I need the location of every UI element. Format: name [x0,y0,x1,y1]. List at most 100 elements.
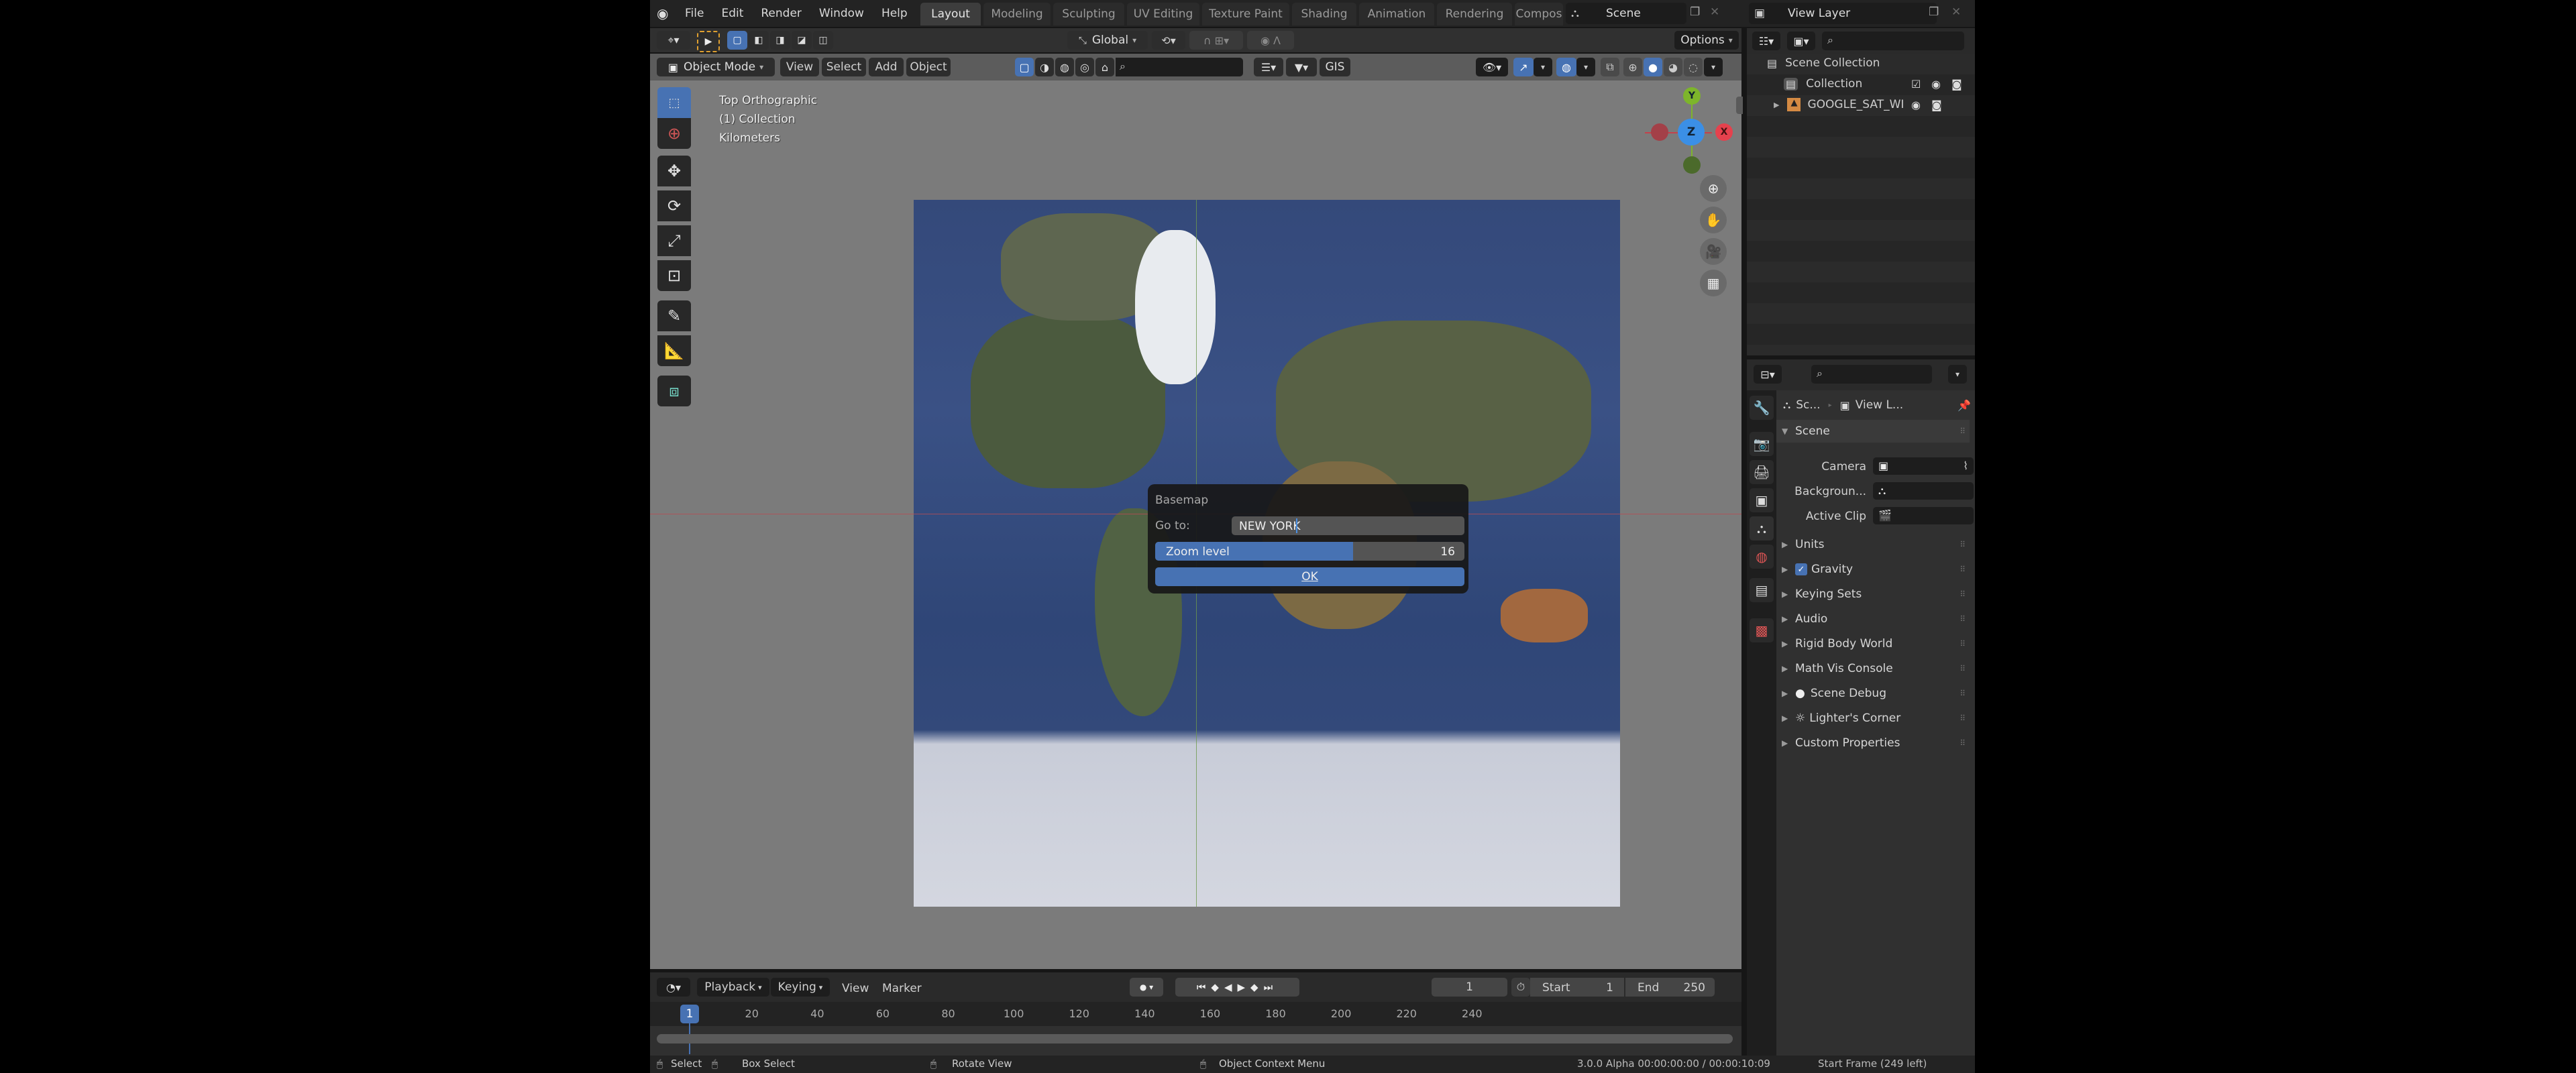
tab-render[interactable]: 📷 [1750,432,1774,456]
select-mode-subtract-button[interactable]: ◨ [770,31,790,50]
scene-name[interactable]: Scene [1606,7,1641,20]
gizmo-x-button[interactable]: X [1715,123,1733,141]
pivot-point-dropdown[interactable]: ⟲▾ [1152,31,1185,50]
panel-custom-properties[interactable]: ▶ Custom Properties ⠿ [1782,732,1970,754]
gis-menu[interactable]: GIS [1320,58,1350,76]
add-menu[interactable]: Add [869,58,904,76]
visibility-dropdown[interactable]: 👁▾ [1476,58,1508,76]
eye-icon[interactable]: ◉ [1911,99,1921,111]
outliner-scene-collection[interactable]: ▤ Scene Collection [1767,56,1880,70]
timeline-editor-type[interactable]: ◔▾ [657,978,690,997]
filter-mesh-button[interactable]: ▢ [1015,58,1034,76]
transport-icons[interactable]: ⏮◆◀▶◆⏭ [1197,981,1278,993]
camera-icon[interactable]: ◙ [1951,78,1962,91]
current-frame-field[interactable]: 1 [1432,978,1507,997]
tool-select-box[interactable]: ⬚ [657,87,691,118]
end-frame-field[interactable]: End 250 [1625,978,1715,997]
view-layer-name[interactable]: View Layer [1788,7,1850,20]
menu-help[interactable]: Help [881,7,908,20]
shading-solid[interactable]: ● [1644,58,1662,76]
tab-uv-editing[interactable]: UV Editing [1127,3,1199,25]
preview-range-toggle[interactable]: ⏱ [1511,978,1530,997]
scene-selector[interactable]: ⛬ Scene [1566,3,1686,24]
zoom-level-slider[interactable]: Zoom level 16 [1155,542,1464,561]
panel-audio[interactable]: ▶ Audio ⠿ [1782,608,1970,630]
sidebar-toggle[interactable] [1736,97,1743,114]
eyedropper-icon[interactable]: ⌇ [1963,459,1968,472]
playhead[interactable]: 1 [680,1005,699,1023]
panel-scene-debug[interactable]: ▶ ● Scene Debug ⠿ [1782,682,1970,705]
tool-measure[interactable]: 📐 [657,335,691,366]
filter-world-button[interactable]: ◎ [1075,58,1094,76]
drag-handle-icon[interactable]: ⠿ [1960,614,1966,624]
tool-cursor[interactable]: ⊕ [657,118,691,149]
tab-tool[interactable]: 🔧 [1750,396,1774,420]
editor-type-button[interactable]: ⌖▾ [657,31,690,50]
drag-handle-icon[interactable]: ⠿ [1960,589,1966,599]
select-mode-extend-button[interactable]: ◧ [749,31,769,50]
mode-dropdown[interactable]: ▣ Object Mode ▾ [657,58,775,76]
drag-handle-icon[interactable]: ⠿ [1960,738,1966,748]
zoom-view-button[interactable]: ⊕ [1700,175,1727,202]
gravity-checkbox[interactable]: ✓ [1795,563,1807,575]
tab-collection[interactable]: ▤ [1750,578,1774,602]
drag-handle-icon[interactable]: ⠿ [1960,639,1966,648]
drag-handle-icon[interactable]: ⠿ [1960,689,1966,698]
panel-keying-sets[interactable]: ▶ Keying Sets ⠿ [1782,583,1970,606]
tab-modeling[interactable]: Modeling [983,3,1051,25]
panel-math-vis-console[interactable]: ▶ Math Vis Console ⠿ [1782,657,1970,680]
timeline-view-menu[interactable]: View [842,982,869,995]
display-mode-dropdown[interactable]: ☰▾ [1254,58,1283,76]
ok-button[interactable]: OK [1155,567,1464,586]
tab-animation[interactable]: Animation [1359,3,1434,25]
drag-handle-icon[interactable]: ⠿ [1960,540,1966,549]
tool-annotate[interactable]: ✎ [657,300,691,331]
viewport-search-input[interactable]: ⌕ [1116,58,1243,76]
tool-transform[interactable]: ⊡ [657,260,691,291]
filter-dropdown[interactable]: ▼▾ [1286,58,1317,76]
filter-brush-button[interactable]: ⌂ [1095,58,1114,76]
tool-move[interactable]: ✥ [657,156,691,186]
panel-units[interactable]: ▶ Units ⠿ [1782,533,1970,556]
transform-orientation-dropdown[interactable]: ⤡ Global ▾ [1067,31,1148,50]
tab-compositing[interactable]: Compos [1515,3,1563,25]
tab-texture[interactable]: ▩ [1750,618,1774,642]
gizmo-neg-x-button[interactable] [1651,123,1668,141]
timeline-ruler[interactable]: 20 40 60 80 100 120 140 160 180 200 220 240 1 [650,1002,1741,1026]
camera-field[interactable]: ▣ ⌇ [1873,457,1974,475]
select-menu[interactable]: Select [822,58,866,76]
xray-toggle[interactable]: ⧉ [1601,58,1619,76]
keying-menu[interactable]: Keying ▾ [771,978,830,997]
object-menu[interactable]: Object [906,58,951,76]
tab-world[interactable]: ◍ [1750,545,1774,569]
marker-menu[interactable]: Marker [882,982,922,995]
camera-icon[interactable]: ◙ [1931,99,1942,111]
menu-window[interactable]: Window [819,7,864,20]
start-frame-field[interactable]: Start 1 [1530,978,1624,997]
drag-handle-icon[interactable]: ⠿ [1960,714,1966,723]
scene-panel-header[interactable]: ▼ Scene ⠿ [1776,420,1970,443]
delete-view-layer-icon[interactable]: ✕ [1951,5,1961,19]
shading-dropdown[interactable]: ▾ [1704,58,1723,76]
tab-shading[interactable]: Shading [1292,3,1356,25]
select-mode-invert-button[interactable]: ◪ [792,31,812,50]
filter-material-button[interactable]: ◑ [1035,58,1054,76]
drag-handle-icon[interactable]: ⠿ [1960,427,1966,436]
shading-rendered[interactable]: ◌ [1684,58,1703,76]
view-menu[interactable]: View [780,58,819,76]
expand-arrow-icon[interactable]: ▶ [1774,101,1779,109]
gizmo-toggle[interactable]: ↗ [1513,58,1534,76]
menu-render[interactable]: Render [761,7,802,20]
shading-wireframe[interactable]: ⊕ [1623,58,1642,76]
gizmo-dropdown[interactable]: ▾ [1534,58,1552,76]
timeline-body[interactable] [650,1023,1741,1056]
tab-texture-paint[interactable]: Texture Paint [1202,3,1289,25]
select-mode-new-button[interactable]: ▢ [727,31,747,50]
tab-output[interactable]: 🖨 [1750,460,1774,484]
select-tool-button[interactable]: ▶ [697,31,720,52]
tab-scene[interactable]: ⛬ [1750,516,1774,541]
timeline-scrollbar[interactable] [657,1034,1733,1043]
proportional-editing-dropdown[interactable]: ◉ Λ [1247,31,1294,50]
blender-logo-icon[interactable]: ◉ [657,5,668,21]
select-mode-intersect-button[interactable]: ◫ [813,31,833,50]
